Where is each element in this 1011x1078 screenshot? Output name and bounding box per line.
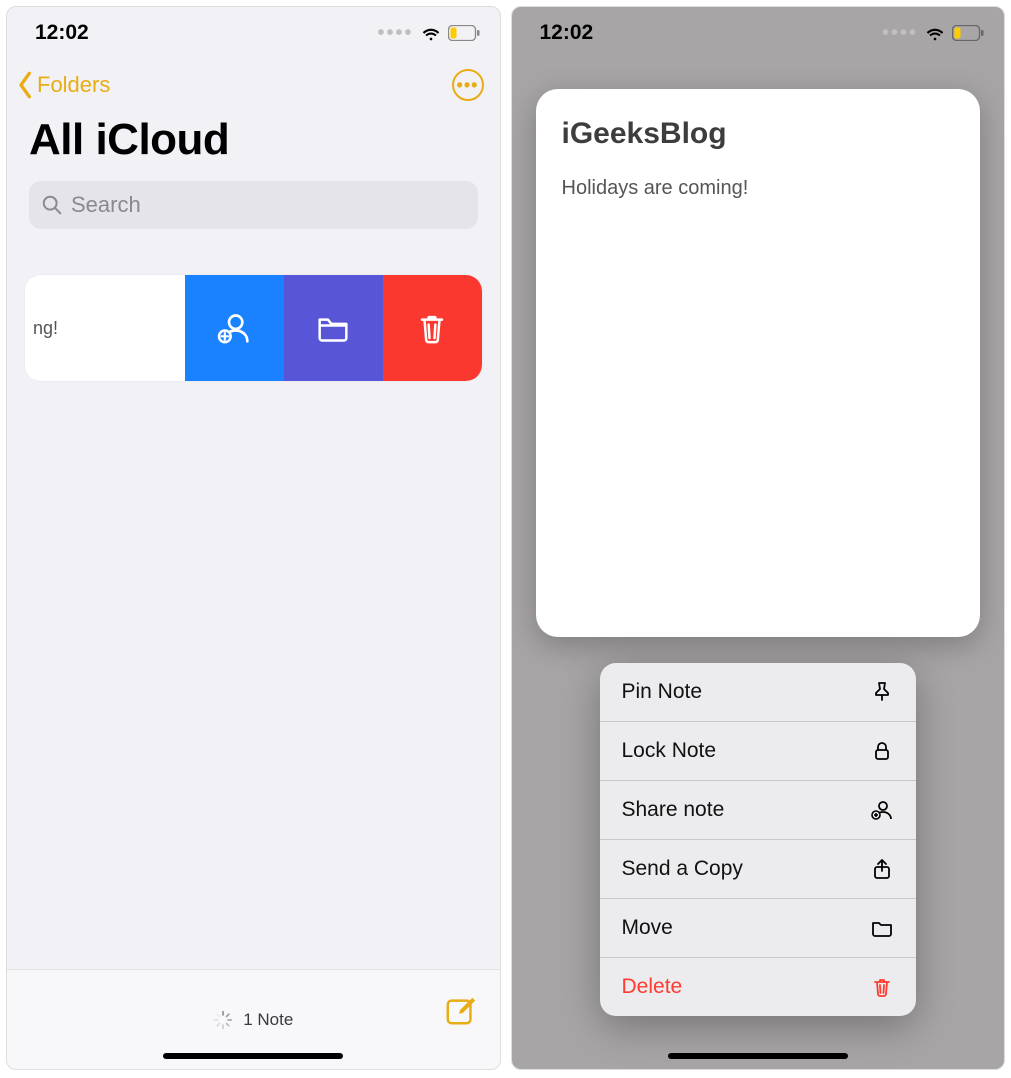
menu-label: Pin Note (622, 680, 703, 704)
search-input[interactable]: Search (29, 181, 478, 229)
status-right: •••• (882, 22, 984, 45)
note-preview-card[interactable]: iGeeksBlog Holidays are coming! (536, 89, 981, 637)
add-person-icon (214, 308, 254, 348)
pin-icon (870, 680, 894, 704)
more-options-button[interactable]: ••• (452, 69, 484, 101)
spinner-icon (213, 1010, 233, 1030)
swipe-delete-button[interactable] (383, 275, 482, 381)
menu-label: Delete (622, 975, 683, 999)
chevron-left-icon (15, 70, 37, 100)
search-placeholder: Search (71, 192, 141, 218)
nav-bar: Folders ••• (7, 51, 500, 107)
status-right: •••• (377, 22, 479, 45)
menu-lock-note[interactable]: Lock Note (600, 722, 917, 781)
note-count-text: 1 Note (243, 1010, 293, 1030)
wifi-icon (924, 22, 946, 44)
cell-signal-dots-icon: •••• (377, 22, 413, 45)
page-title: All iCloud (7, 107, 500, 177)
menu-move[interactable]: Move (600, 899, 917, 958)
folder-icon (313, 308, 353, 348)
swipe-move-button[interactable] (284, 275, 383, 381)
bottom-toolbar: 1 Note (7, 969, 500, 1069)
battery-low-icon (952, 25, 984, 41)
menu-label: Move (622, 916, 673, 940)
note-row-swiped[interactable]: ng! (25, 275, 482, 381)
search-icon (41, 194, 63, 216)
status-bar: 12:02 •••• (512, 7, 1005, 51)
battery-low-icon (448, 25, 480, 41)
home-indicator[interactable] (163, 1053, 343, 1059)
add-person-icon (870, 798, 894, 822)
swipe-share-button[interactable] (185, 275, 284, 381)
status-time: 12:02 (35, 21, 89, 45)
back-button[interactable]: Folders (15, 70, 110, 100)
menu-label: Share note (622, 798, 725, 822)
compose-button[interactable] (444, 994, 478, 1033)
notes-list: ng! (25, 275, 482, 381)
screenshot-right-context-menu: 12:02 •••• iGeeksBlog Holidays are comin… (511, 6, 1006, 1070)
home-indicator[interactable] (668, 1053, 848, 1059)
compose-icon (444, 994, 478, 1028)
menu-label: Lock Note (622, 739, 717, 763)
trash-icon (412, 308, 452, 348)
menu-share-note[interactable]: Share note (600, 781, 917, 840)
folder-icon (870, 916, 894, 940)
wifi-icon (420, 22, 442, 44)
status-time: 12:02 (540, 21, 594, 45)
cell-signal-dots-icon: •••• (882, 22, 918, 45)
status-bar: 12:02 •••• (7, 7, 500, 51)
note-title: iGeeksBlog (562, 117, 955, 151)
menu-send-copy[interactable]: Send a Copy (600, 840, 917, 899)
note-body: Holidays are coming! (562, 177, 955, 200)
menu-pin-note[interactable]: Pin Note (600, 663, 917, 722)
note-cell[interactable]: ng! (25, 275, 185, 381)
back-label: Folders (37, 72, 110, 98)
sync-status: 1 Note (213, 1010, 293, 1030)
note-snippet: ng! (33, 318, 58, 339)
trash-icon (870, 975, 894, 999)
share-up-icon (870, 857, 894, 881)
screenshot-left-notes-list: 12:02 •••• Folders ••• All iCloud Search… (6, 6, 501, 1070)
context-menu: Pin Note Lock Note Share note Send a Cop… (600, 663, 917, 1016)
menu-label: Send a Copy (622, 857, 743, 881)
menu-delete[interactable]: Delete (600, 958, 917, 1016)
lock-icon (870, 739, 894, 763)
